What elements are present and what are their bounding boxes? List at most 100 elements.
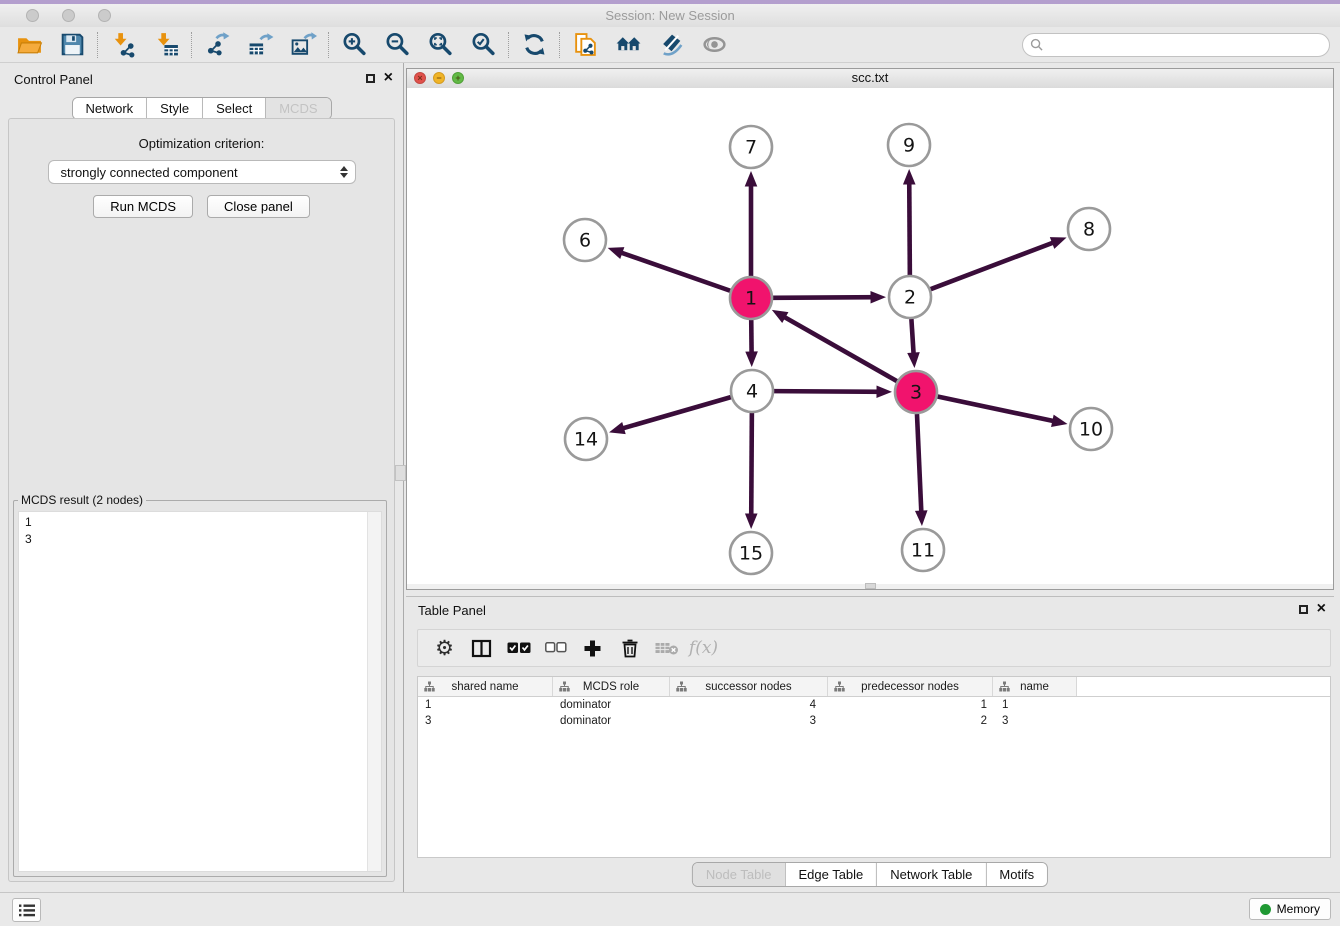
graph-node-7[interactable]: 7 — [730, 126, 772, 168]
zoom-fit-button[interactable] — [419, 29, 462, 61]
show-columns-button[interactable] — [463, 633, 500, 663]
graph-edge-4-3[interactable] — [774, 391, 883, 392]
node-label: 1 — [745, 288, 757, 310]
import-network-button[interactable] — [102, 29, 145, 61]
export-network-button[interactable] — [196, 29, 239, 61]
function-builder-button-disabled: f(x) — [685, 633, 722, 663]
splitter-grip[interactable] — [395, 465, 406, 481]
zoom-selected-button[interactable] — [462, 29, 505, 61]
apply-layout-button[interactable] — [513, 29, 556, 61]
close-panel-button[interactable]: Close panel — [207, 195, 310, 218]
table-cell[interactable]: 3 — [993, 715, 1077, 727]
delete-table-button-disabled — [648, 633, 685, 663]
graph-node-4[interactable]: 4 — [731, 370, 773, 412]
table-row[interactable]: 3dominator323 — [418, 713, 1330, 729]
close-panel-icon[interactable]: × — [384, 72, 393, 84]
graph-edge-4-15[interactable] — [751, 413, 752, 520]
graph-node-15[interactable]: 15 — [730, 532, 772, 574]
table-cell[interactable]: 4 — [670, 699, 828, 711]
table-cell[interactable]: dominator — [553, 715, 670, 727]
mcds-result-lines: 1 3 — [19, 512, 381, 550]
zoom-in-button[interactable] — [333, 29, 376, 61]
search-input[interactable] — [1047, 36, 1322, 53]
clone-network-button[interactable] — [564, 29, 607, 61]
column-header-successor-nodes[interactable]: successor nodes — [670, 677, 828, 696]
graph-node-8[interactable]: 8 — [1068, 208, 1110, 250]
select-all-columns-button[interactable] — [500, 633, 537, 663]
graph-node-2[interactable]: 2 — [889, 276, 931, 318]
tab-network-table[interactable]: Network Table — [876, 863, 985, 886]
graphics-details-button[interactable] — [650, 29, 693, 61]
frame-minimize-button[interactable]: − — [433, 72, 445, 84]
task-history-button[interactable] — [12, 898, 41, 922]
table-cell[interactable]: 3 — [418, 715, 553, 727]
tab-style[interactable]: Style — [146, 98, 202, 119]
delete-column-button[interactable] — [611, 633, 648, 663]
tab-edge-table[interactable]: Edge Table — [784, 863, 876, 886]
result-scrollbar[interactable] — [367, 512, 381, 871]
tab-node-table[interactable]: Node Table — [693, 863, 785, 886]
export-table-button[interactable] — [239, 29, 282, 61]
frame-close-button[interactable]: × — [414, 72, 426, 84]
tab-select[interactable]: Select — [202, 98, 265, 119]
table-cell[interactable]: 1 — [418, 699, 553, 711]
mcds-result-box[interactable]: 1 3 — [18, 511, 382, 872]
edge-arrowhead — [745, 513, 758, 529]
run-mcds-button[interactable]: Run MCDS — [93, 195, 193, 218]
graph-edge-1-2[interactable] — [773, 297, 877, 298]
graph-node-6[interactable]: 6 — [564, 219, 606, 261]
graph-edge-3-1[interactable] — [780, 314, 897, 381]
column-header-mcds-role[interactable]: MCDS role — [553, 677, 670, 696]
hide-panel-eye-button[interactable] — [693, 29, 736, 61]
export-image-button[interactable] — [282, 29, 325, 61]
graph-node-14[interactable]: 14 — [565, 418, 607, 460]
float-panel-icon[interactable] — [1299, 605, 1308, 614]
criterion-select[interactable]: strongly connected component — [48, 160, 356, 184]
graph-edge-1-6[interactable] — [616, 251, 730, 291]
edge-arrowhead — [745, 171, 758, 187]
import-table-button[interactable] — [145, 29, 188, 61]
network-window-titlebar[interactable]: × − + scc.txt — [407, 69, 1333, 89]
graph-node-1[interactable]: 1 — [730, 277, 772, 319]
frame-zoom-button[interactable]: + — [452, 72, 464, 84]
zoom-out-button[interactable] — [376, 29, 419, 61]
table-cell[interactable]: 1 — [993, 699, 1077, 711]
frame-resize-grip[interactable] — [865, 583, 876, 589]
open-session-button[interactable] — [8, 29, 51, 61]
graph-node-9[interactable]: 9 — [888, 124, 930, 166]
close-panel-icon[interactable]: × — [1317, 603, 1326, 615]
control-panel: Control Panel × NetworkStyleSelectMCDS O… — [0, 63, 403, 893]
graph-edge-2-8[interactable] — [931, 241, 1059, 289]
save-session-button[interactable] — [51, 29, 94, 61]
mcds-result-title: MCDS result (2 nodes) — [18, 493, 146, 507]
column-type-icon — [676, 681, 687, 692]
column-header-shared-name[interactable]: shared name — [418, 677, 553, 696]
memory-button[interactable]: Memory — [1249, 898, 1331, 920]
graph-node-11[interactable]: 11 — [902, 529, 944, 571]
table-cell[interactable]: 2 — [828, 715, 993, 727]
column-header-name[interactable]: name — [993, 677, 1077, 696]
float-panel-icon[interactable] — [366, 74, 375, 83]
table-cell[interactable]: 1 — [828, 699, 993, 711]
table-cell[interactable]: dominator — [553, 699, 670, 711]
table-row[interactable]: 1dominator411 — [418, 697, 1330, 713]
unselect-all-columns-button[interactable] — [537, 633, 574, 663]
create-column-button[interactable] — [574, 633, 611, 663]
network-canvas[interactable]: 7 9 6 8 1 2 4 3 14 10 15 11 — [407, 88, 1333, 584]
table-settings-button[interactable]: ⚙ — [426, 633, 463, 663]
column-header-label: shared name — [451, 681, 518, 693]
column-header-predecessor-nodes[interactable]: predecessor nodes — [828, 677, 993, 696]
search-field[interactable] — [1022, 33, 1330, 57]
tab-network[interactable]: Network — [72, 98, 146, 119]
tab-mcds[interactable]: MCDS — [265, 98, 330, 119]
table-cell[interactable]: 3 — [670, 715, 828, 727]
graph-node-10[interactable]: 10 — [1070, 408, 1112, 450]
edge-arrowhead — [1050, 237, 1067, 249]
tab-motifs[interactable]: Motifs — [985, 863, 1047, 886]
graph-edge-4-14[interactable] — [618, 397, 731, 430]
graph-node-3[interactable]: 3 — [895, 371, 937, 413]
graph-edge-2-9[interactable] — [909, 178, 910, 275]
graph-edge-3-11[interactable] — [917, 414, 922, 517]
home-button[interactable] — [607, 29, 650, 61]
graph-edge-3-10[interactable] — [938, 397, 1059, 423]
